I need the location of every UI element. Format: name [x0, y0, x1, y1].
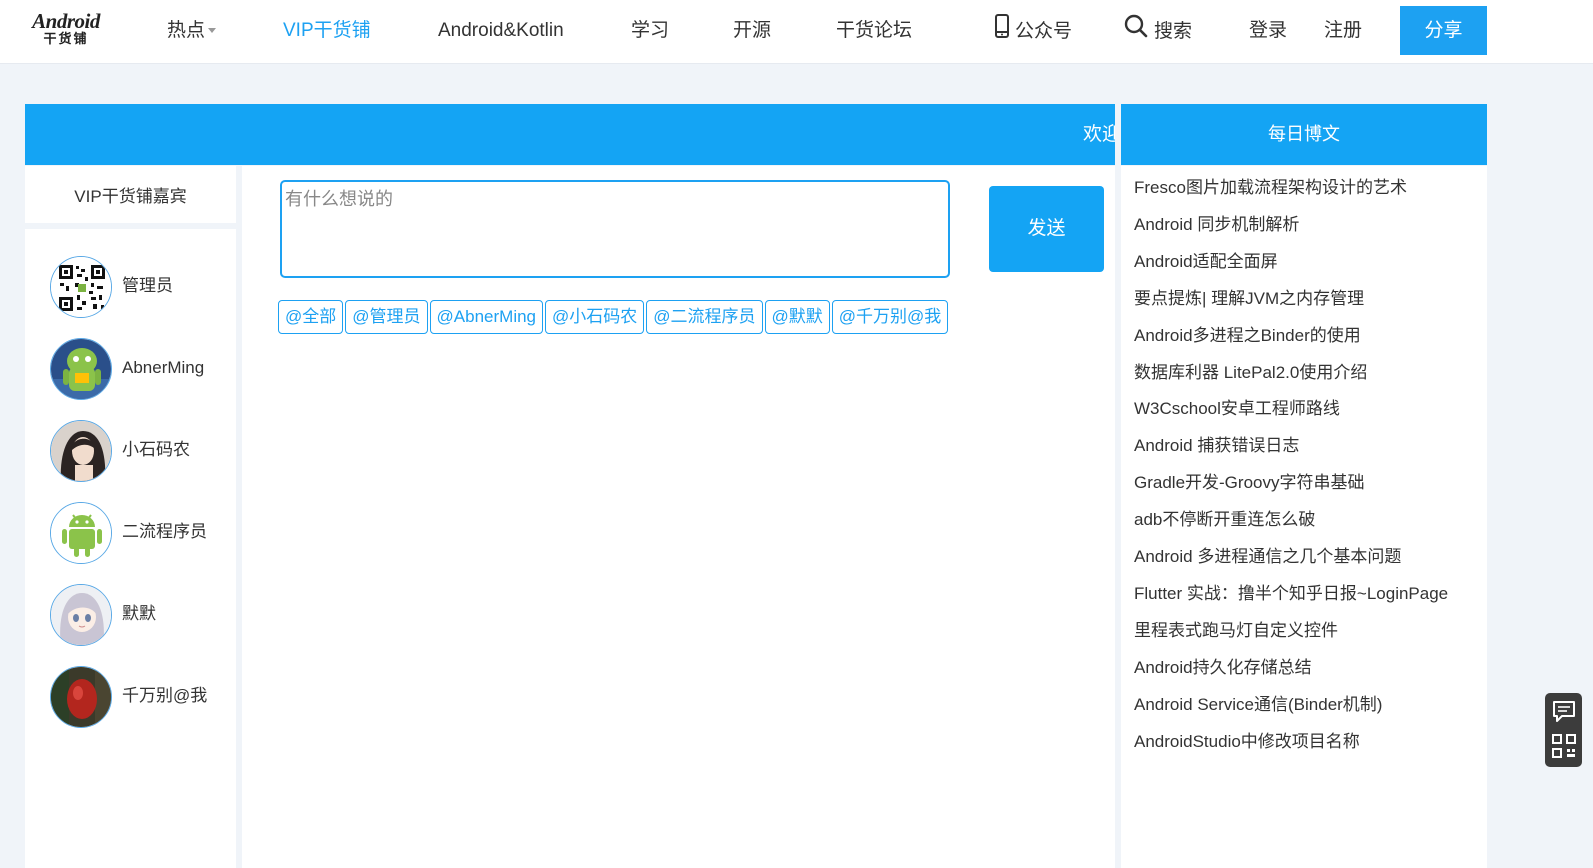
message-input[interactable] — [280, 180, 950, 278]
blog-link[interactable]: 里程表式跑马灯自定义控件 — [1134, 619, 1338, 643]
logo-main-text: Android — [32, 9, 100, 33]
blog-link[interactable]: Android 捕获错误日志 — [1134, 434, 1299, 458]
guest-item-erliu[interactable]: 二流程序员 — [50, 502, 230, 564]
guest-name: 小石码农 — [122, 440, 190, 459]
qr-code-avatar — [50, 256, 112, 318]
blog-link[interactable]: Android 同步机制解析 — [1134, 213, 1299, 237]
nav-search[interactable]: 搜索 — [1124, 14, 1193, 46]
blog-link[interactable]: Android Service通信(Binder机制) — [1134, 693, 1382, 717]
mention-tag-all[interactable]: @全部 — [278, 300, 344, 334]
mention-tag-momo[interactable]: @默默 — [764, 300, 830, 334]
send-button[interactable]: 发送 — [989, 186, 1104, 272]
anime-girl-avatar — [50, 584, 112, 646]
blog-link[interactable]: adb不停断开重连怎么破 — [1134, 508, 1315, 532]
nav-wechat[interactable]: 公众号 — [995, 14, 1073, 46]
nav-vip[interactable]: VIP干货铺 — [283, 18, 371, 44]
mention-tag-list: @全部 @管理员 @AbnerMing @小石码农 @二流程序员 @默默 @千万别@我 — [278, 300, 950, 334]
floating-tool-panel — [1545, 693, 1582, 767]
guest-list: 管理员 AbnerMing 小石码农 二流程序员 默默 千万别@我 — [25, 229, 236, 868]
search-icon — [1124, 14, 1148, 46]
chat-panel: 发送 @全部@管理员@AbnerMing@小石码农@二流程序员@默默@千万别@我 — [242, 166, 1115, 868]
logo-sub-text: 干货铺 — [43, 32, 89, 47]
mention-tag-abnerming[interactable]: @AbnerMing — [429, 300, 543, 334]
blog-link[interactable]: Android多进程之Binder的使用 — [1134, 324, 1361, 348]
blog-panel-title: 每日博文 — [1121, 104, 1487, 165]
nav-hot[interactable]: 热点 — [167, 18, 217, 44]
nav-register[interactable]: 注册 — [1324, 18, 1362, 44]
blog-link[interactable]: Flutter 实战：撸半个知乎日报~LoginPage — [1134, 582, 1448, 606]
guest-name: 管理员 — [122, 276, 173, 295]
nav-hot-label: 热点 — [167, 20, 206, 41]
comment-icon[interactable] — [1551, 699, 1577, 725]
guest-item-momo[interactable]: 默默 — [50, 584, 230, 646]
red-photo-avatar — [50, 666, 112, 728]
top-navbar: Android 干货铺 热点 VIP干货铺 Android&Kotlin 学习 … — [0, 0, 1593, 64]
guest-name: 默默 — [122, 604, 156, 623]
share-button[interactable]: 分享 — [1400, 6, 1487, 55]
blog-link[interactable]: AndroidStudio中修改项目名称 — [1134, 730, 1360, 754]
android-robot-avatar — [50, 338, 112, 400]
blog-link[interactable]: Gradle开发-Groovy字符串基础 — [1134, 471, 1364, 495]
blog-link[interactable]: Fresco图片加载流程架构设计的艺术 — [1134, 176, 1407, 200]
blog-link[interactable]: 数据库利器 LitePal2.0使用介绍 — [1134, 361, 1367, 385]
nav-wechat-label: 公众号 — [1015, 21, 1073, 43]
site-logo[interactable]: Android 干货铺 — [26, 10, 106, 52]
daily-blog-list: Fresco图片加载流程架构设计的艺术 Android 同步机制解析 Andro… — [1121, 166, 1487, 868]
guest-item-qianwan[interactable]: 千万别@我 — [50, 666, 230, 728]
blog-link[interactable]: W3Cschool安卓工程师路线 — [1134, 397, 1340, 421]
nav-login[interactable]: 登录 — [1249, 18, 1287, 44]
mention-tag-admin[interactable]: @管理员 — [345, 300, 428, 334]
guest-name: AbnerMing — [122, 358, 205, 377]
blog-link[interactable]: Android持久化存储总结 — [1134, 656, 1312, 680]
welcome-marquee: 欢迎 — [1083, 124, 1115, 145]
blog-link[interactable]: Android适配全面屏 — [1134, 250, 1278, 274]
guest-item-xiaoshi[interactable]: 小石码农 — [50, 420, 230, 482]
guest-name: 千万别@我 — [122, 686, 208, 705]
photo-avatar — [50, 420, 112, 482]
nav-forum[interactable]: 干货论坛 — [836, 18, 912, 44]
mention-tag-erliu[interactable]: @二流程序员 — [646, 300, 763, 334]
android-logo-avatar — [50, 502, 112, 564]
guest-item-abnerming[interactable]: AbnerMing — [50, 338, 230, 400]
guest-item-admin[interactable]: 管理员 — [50, 256, 230, 318]
blog-link[interactable]: 要点提炼| 理解JVM之内存管理 — [1134, 287, 1364, 311]
nav-search-label: 搜索 — [1154, 21, 1193, 43]
mention-tag-qianwan[interactable]: @千万别@我 — [831, 300, 949, 334]
mobile-phone-icon — [995, 14, 1009, 46]
chat-banner: 欢迎 — [25, 104, 1115, 165]
blog-link[interactable]: Android 多进程通信之几个基本问题 — [1134, 545, 1401, 569]
nav-open-source[interactable]: 开源 — [733, 18, 771, 44]
chevron-down-icon — [208, 28, 217, 34]
nav-study[interactable]: 学习 — [631, 18, 669, 44]
guest-name: 二流程序员 — [122, 522, 207, 541]
guest-panel-title: VIP干货铺嘉宾 — [25, 166, 236, 223]
qr-code-icon[interactable] — [1551, 733, 1577, 759]
nav-android-kotlin[interactable]: Android&Kotlin — [438, 18, 564, 44]
mention-tag-xiaoshi[interactable]: @小石码农 — [545, 300, 645, 334]
